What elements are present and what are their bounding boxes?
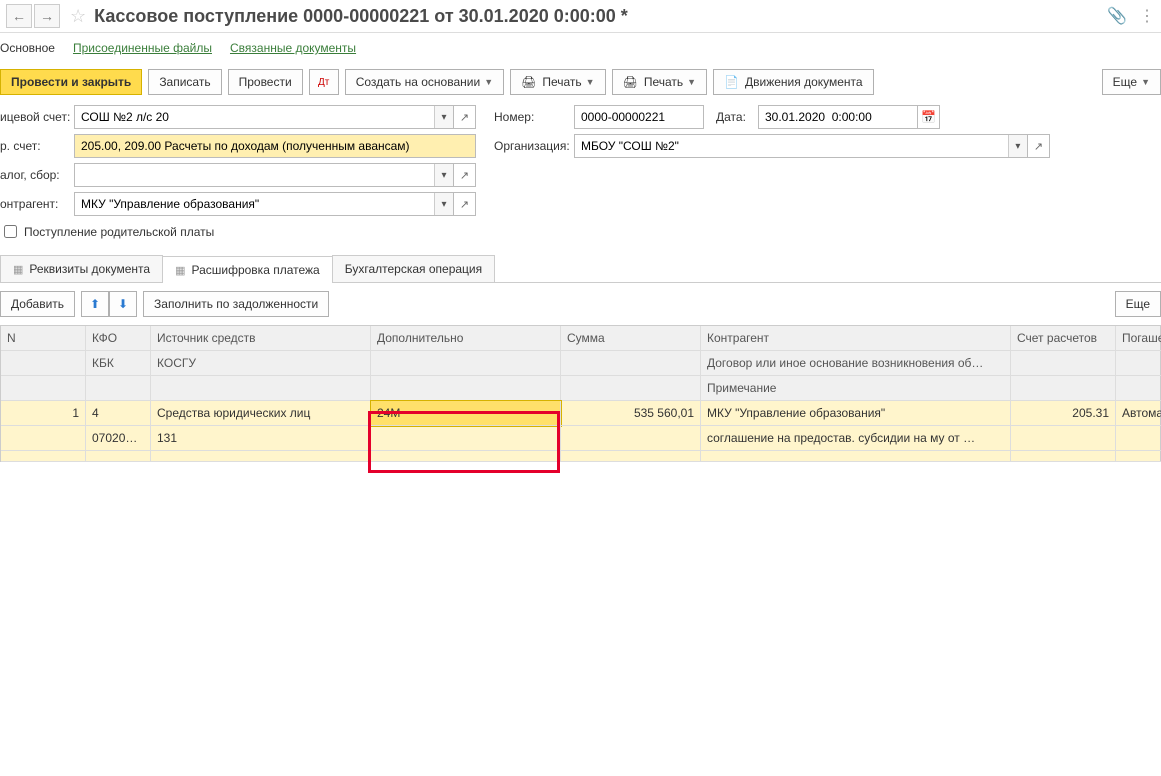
org-field[interactable]: ▾ (574, 134, 1028, 158)
subnav-attached[interactable]: Присоединенные файлы (73, 41, 212, 55)
col-contract: Договор или иное основание возникновения… (701, 351, 1011, 376)
star-icon[interactable]: ☆ (70, 6, 86, 27)
tax-label: алог, сбор: (0, 168, 74, 182)
col-note: Примечание (701, 376, 1011, 401)
account-field[interactable]: ▾ (74, 105, 454, 129)
col-extra: Дополнительно (371, 326, 561, 351)
cell-src[interactable]: Средства юридических лиц (151, 401, 371, 426)
dtkt-button[interactable]: Дт (309, 69, 339, 95)
move-up-button[interactable]: ⬆ (81, 291, 109, 317)
page-title: Кассовое поступление 0000-00000221 от 30… (94, 6, 628, 27)
cell-extra[interactable]: 24М (371, 401, 561, 426)
number-label: Номер: (494, 110, 574, 124)
date-field[interactable] (758, 105, 918, 129)
cell-kosgu[interactable]: 131 (151, 426, 371, 451)
table-row[interactable] (1, 451, 1160, 462)
cell-n[interactable]: 1 (1, 401, 86, 426)
calendar-icon[interactable]: 📅 (918, 105, 940, 129)
parent-pay-checkbox[interactable] (4, 225, 17, 238)
ctr-open-icon[interactable]: ↗ (454, 192, 476, 216)
tab-accounting[interactable]: Бухгалтерская операция (332, 255, 495, 282)
tab-requisites[interactable]: ▦Реквизиты документа (0, 255, 163, 282)
cor-field[interactable] (74, 134, 476, 158)
cell-kbk[interactable]: 07020000000000130 (86, 426, 151, 451)
ctr-label: онтрагент: (0, 197, 74, 211)
tab-decode[interactable]: ▦Расшифровка платежа (162, 256, 333, 283)
col-kfo: КФО (86, 326, 151, 351)
grid-more-button[interactable]: Еще (1115, 291, 1161, 317)
post-and-close-button[interactable]: Провести и закрыть (0, 69, 142, 95)
subnav-main[interactable]: Основное (0, 41, 55, 55)
ctr-dropdown-icon[interactable]: ▾ (434, 193, 453, 215)
col-src: Источник средств (151, 326, 371, 351)
cell-contract[interactable]: соглашение на предостав. субсидии на му … (701, 426, 1011, 451)
col-acct: Счет расчетов (1011, 326, 1116, 351)
col-n: N (1, 326, 86, 351)
fill-debt-button[interactable]: Заполнить по задолженности (143, 291, 329, 317)
account-dropdown-icon[interactable]: ▾ (434, 106, 453, 128)
tax-open-icon[interactable]: ↗ (454, 163, 476, 187)
table-row[interactable]: 07020000000000130131 соглашение на предос… (1, 426, 1160, 451)
parent-pay-label: Поступление родительской платы (24, 225, 214, 239)
move-down-button[interactable]: ⬇ (109, 291, 137, 317)
account-open-icon[interactable]: ↗ (454, 105, 476, 129)
tax-field[interactable]: ▾ (74, 163, 454, 187)
cell-pay[interactable]: Автоматиче (1116, 401, 1161, 426)
number-field[interactable] (574, 105, 704, 129)
cell-kfo[interactable]: 4 (86, 401, 151, 426)
ctr-field[interactable]: ▾ (74, 192, 454, 216)
col-ctr: Контрагент (701, 326, 1011, 351)
org-open-icon[interactable]: ↗ (1028, 134, 1050, 158)
print-button-1[interactable]: Печать▼ (510, 69, 605, 95)
menu-icon[interactable]: ⋮ (1139, 6, 1155, 26)
col-sum: Сумма (561, 326, 701, 351)
subnav-related[interactable]: Связанные документы (230, 41, 356, 55)
org-label: Организация: (494, 139, 574, 153)
nav-forward-button[interactable]: → (34, 4, 60, 28)
col-kosgu: КОСГУ (151, 351, 371, 376)
movements-button[interactable]: Движения документа (713, 69, 874, 95)
table-row[interactable]: 1 4 Средства юридических лиц 24М 535 560… (1, 401, 1160, 426)
cell-sum[interactable]: 535 560,01 (561, 401, 701, 426)
create-based-button[interactable]: Создать на основании▼ (345, 69, 504, 95)
cell-ctr[interactable]: МКУ "Управление образования" (701, 401, 1011, 426)
date-label: Дата: (716, 110, 758, 124)
tax-dropdown-icon[interactable]: ▾ (434, 164, 453, 186)
print-button-2[interactable]: Печать▼ (612, 69, 707, 95)
add-row-button[interactable]: Добавить (0, 291, 75, 317)
post-button[interactable]: Провести (228, 69, 303, 95)
payment-grid[interactable]: N КФО Источник средств Дополнительно Сум… (0, 325, 1161, 462)
org-dropdown-icon[interactable]: ▾ (1008, 135, 1027, 157)
attach-icon[interactable]: 📎 (1107, 6, 1127, 26)
cor-label: р. счет: (0, 139, 74, 153)
nav-back-button[interactable]: ← (6, 4, 32, 28)
more-button[interactable]: Еще▼ (1102, 69, 1161, 95)
save-button[interactable]: Записать (148, 69, 221, 95)
col-kbk: КБК (86, 351, 151, 376)
col-pay: Погашение (1116, 326, 1161, 351)
account-label: ицевой счет: (0, 110, 74, 124)
cell-acct[interactable]: 205.31 (1011, 401, 1116, 426)
